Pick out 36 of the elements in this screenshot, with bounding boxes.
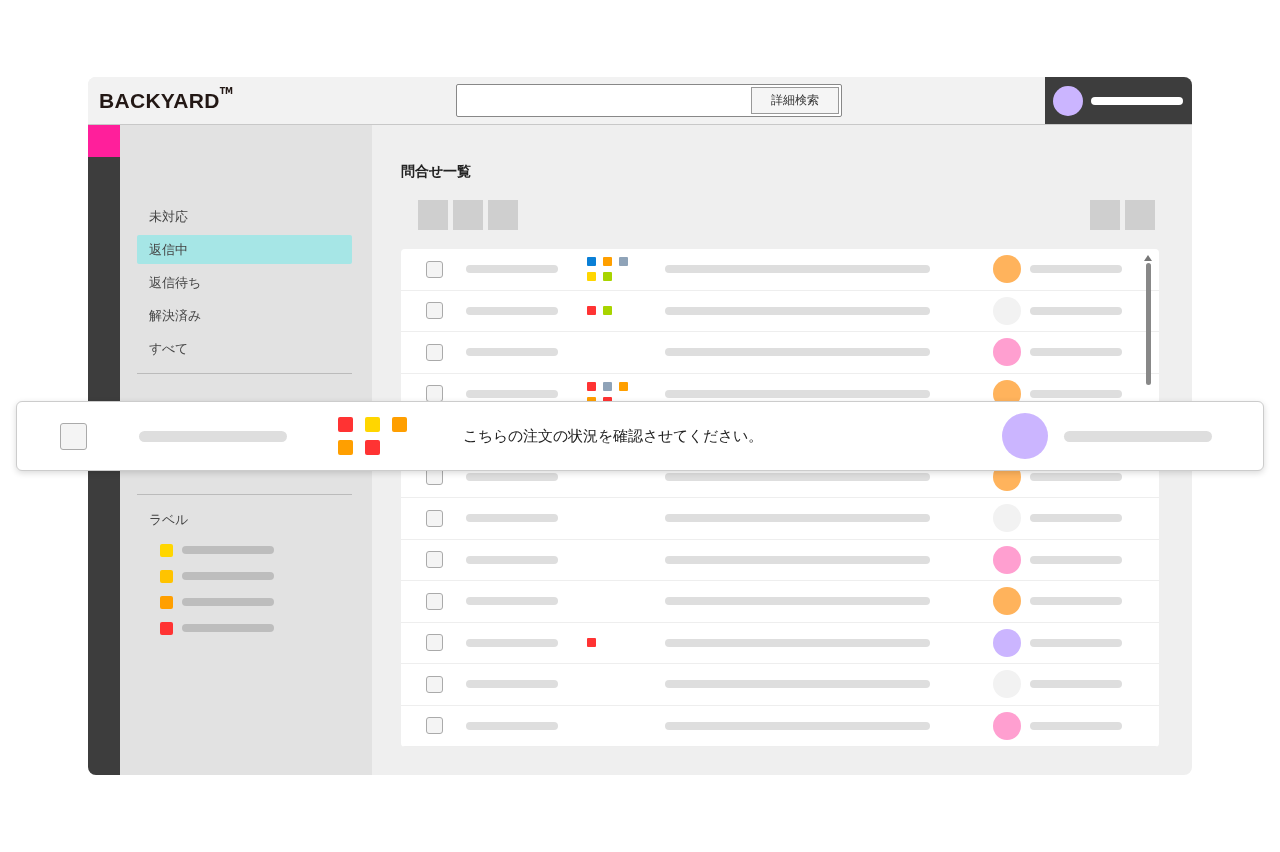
toolbar-button[interactable] — [453, 200, 483, 230]
checkbox[interactable] — [426, 592, 443, 610]
checkbox[interactable] — [426, 717, 443, 735]
enlarged-row-tooltip[interactable]: こちらの注文の状況を確認させてください。 — [16, 401, 1264, 471]
trademark: TM — [219, 86, 234, 96]
page-title: 問合せ一覧 — [401, 163, 472, 181]
sidebar-item[interactable]: 返信中 — [137, 235, 352, 264]
sidebar-item[interactable]: 解決済み — [137, 301, 352, 330]
toolbar-button[interactable] — [1125, 200, 1155, 230]
checkbox[interactable] — [426, 675, 443, 693]
logo: BACKYARD — [99, 88, 220, 113]
label-name-placeholder[interactable] — [182, 624, 274, 632]
checkbox[interactable] — [60, 422, 87, 450]
checkbox[interactable] — [426, 634, 443, 652]
label-name-placeholder[interactable] — [182, 598, 274, 606]
advanced-search-button[interactable]: 詳細検索 — [751, 87, 839, 114]
toolbar-button[interactable] — [418, 200, 448, 230]
sidebar-item[interactable]: 返信待ち — [137, 268, 352, 297]
scrollbar-thumb[interactable] — [1145, 263, 1151, 385]
rail-accent — [88, 125, 120, 157]
label-name-placeholder[interactable] — [182, 546, 274, 554]
checkbox[interactable] — [426, 551, 443, 569]
checkbox[interactable] — [426, 302, 443, 320]
search-field[interactable]: 詳細検索 — [456, 84, 842, 117]
labels-heading: ラベル — [149, 511, 189, 529]
checkbox[interactable] — [426, 343, 443, 361]
user-panel[interactable] — [1045, 77, 1192, 124]
label-name-placeholder[interactable] — [182, 572, 274, 580]
toolbar-button[interactable] — [488, 200, 518, 230]
message-subject: こちらの注文の状況を確認させてください。 — [463, 426, 763, 446]
scroll-up-icon[interactable] — [1144, 255, 1152, 261]
sidebar-item[interactable]: すべて — [137, 334, 352, 363]
sidebar-item[interactable]: 未対応 — [137, 202, 352, 231]
checkbox[interactable] — [426, 509, 443, 527]
checkbox[interactable] — [426, 260, 443, 278]
toolbar-button[interactable] — [1090, 200, 1120, 230]
